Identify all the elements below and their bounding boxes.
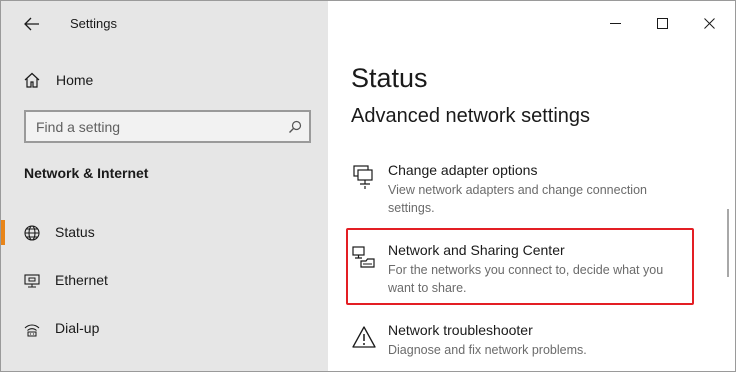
maximize-button[interactable] <box>639 1 685 45</box>
app-title: Settings <box>70 16 117 31</box>
section-title: Network & Internet <box>24 165 149 181</box>
sidebar-item-ethernet[interactable]: Ethernet <box>1 260 328 300</box>
sidebar-item-home[interactable]: Home <box>1 63 328 97</box>
sidebar-item-label: Ethernet <box>55 272 108 288</box>
ethernet-monitor-icon <box>24 274 40 288</box>
change-adapter-options-link[interactable]: Change adapter options View network adap… <box>348 162 698 217</box>
sidebar: Settings Home Find a setting Network & I… <box>1 1 328 371</box>
maximize-icon <box>656 17 668 29</box>
sidebar-item-dial-up[interactable]: Dial-up <box>1 308 328 348</box>
content-pane: Status Advanced network settings Change … <box>328 1 735 371</box>
scrollbar-thumb[interactable] <box>727 209 729 277</box>
network-troubleshooter-link[interactable]: Network troubleshooter Diagnose and fix … <box>348 322 698 362</box>
settings-window: Settings Home Find a setting Network & I… <box>0 0 736 372</box>
section-heading: Advanced network settings <box>351 105 591 127</box>
sidebar-item-label: Home <box>56 72 94 88</box>
active-indicator <box>1 220 5 245</box>
entry-description: Diagnose and fix network problems. <box>388 343 587 357</box>
entry-title: Network troubleshooter <box>388 322 533 338</box>
home-icon <box>24 72 40 88</box>
sidebar-item-label: Status <box>55 224 95 240</box>
sidebar-item-status[interactable]: Status <box>1 212 328 252</box>
search-placeholder: Find a setting <box>36 119 121 135</box>
search-input[interactable]: Find a setting <box>24 110 311 143</box>
entry-description: View network adapters and change connect… <box>388 183 647 215</box>
globe-icon <box>24 225 40 241</box>
back-arrow-icon <box>24 17 39 31</box>
minimize-icon <box>609 22 621 24</box>
minimize-button[interactable] <box>592 1 638 45</box>
search-icon[interactable] <box>287 119 303 135</box>
warning-icon <box>352 326 376 348</box>
network-adapter-icon <box>353 165 373 189</box>
sidebar-item-label: Dial-up <box>55 320 100 336</box>
highlight-box <box>346 228 694 305</box>
back-button[interactable] <box>15 9 49 39</box>
close-icon <box>703 17 715 29</box>
entry-title: Change adapter options <box>388 162 538 178</box>
dial-up-icon <box>24 324 40 337</box>
page-title: Status <box>351 63 428 93</box>
close-button[interactable] <box>686 1 732 45</box>
